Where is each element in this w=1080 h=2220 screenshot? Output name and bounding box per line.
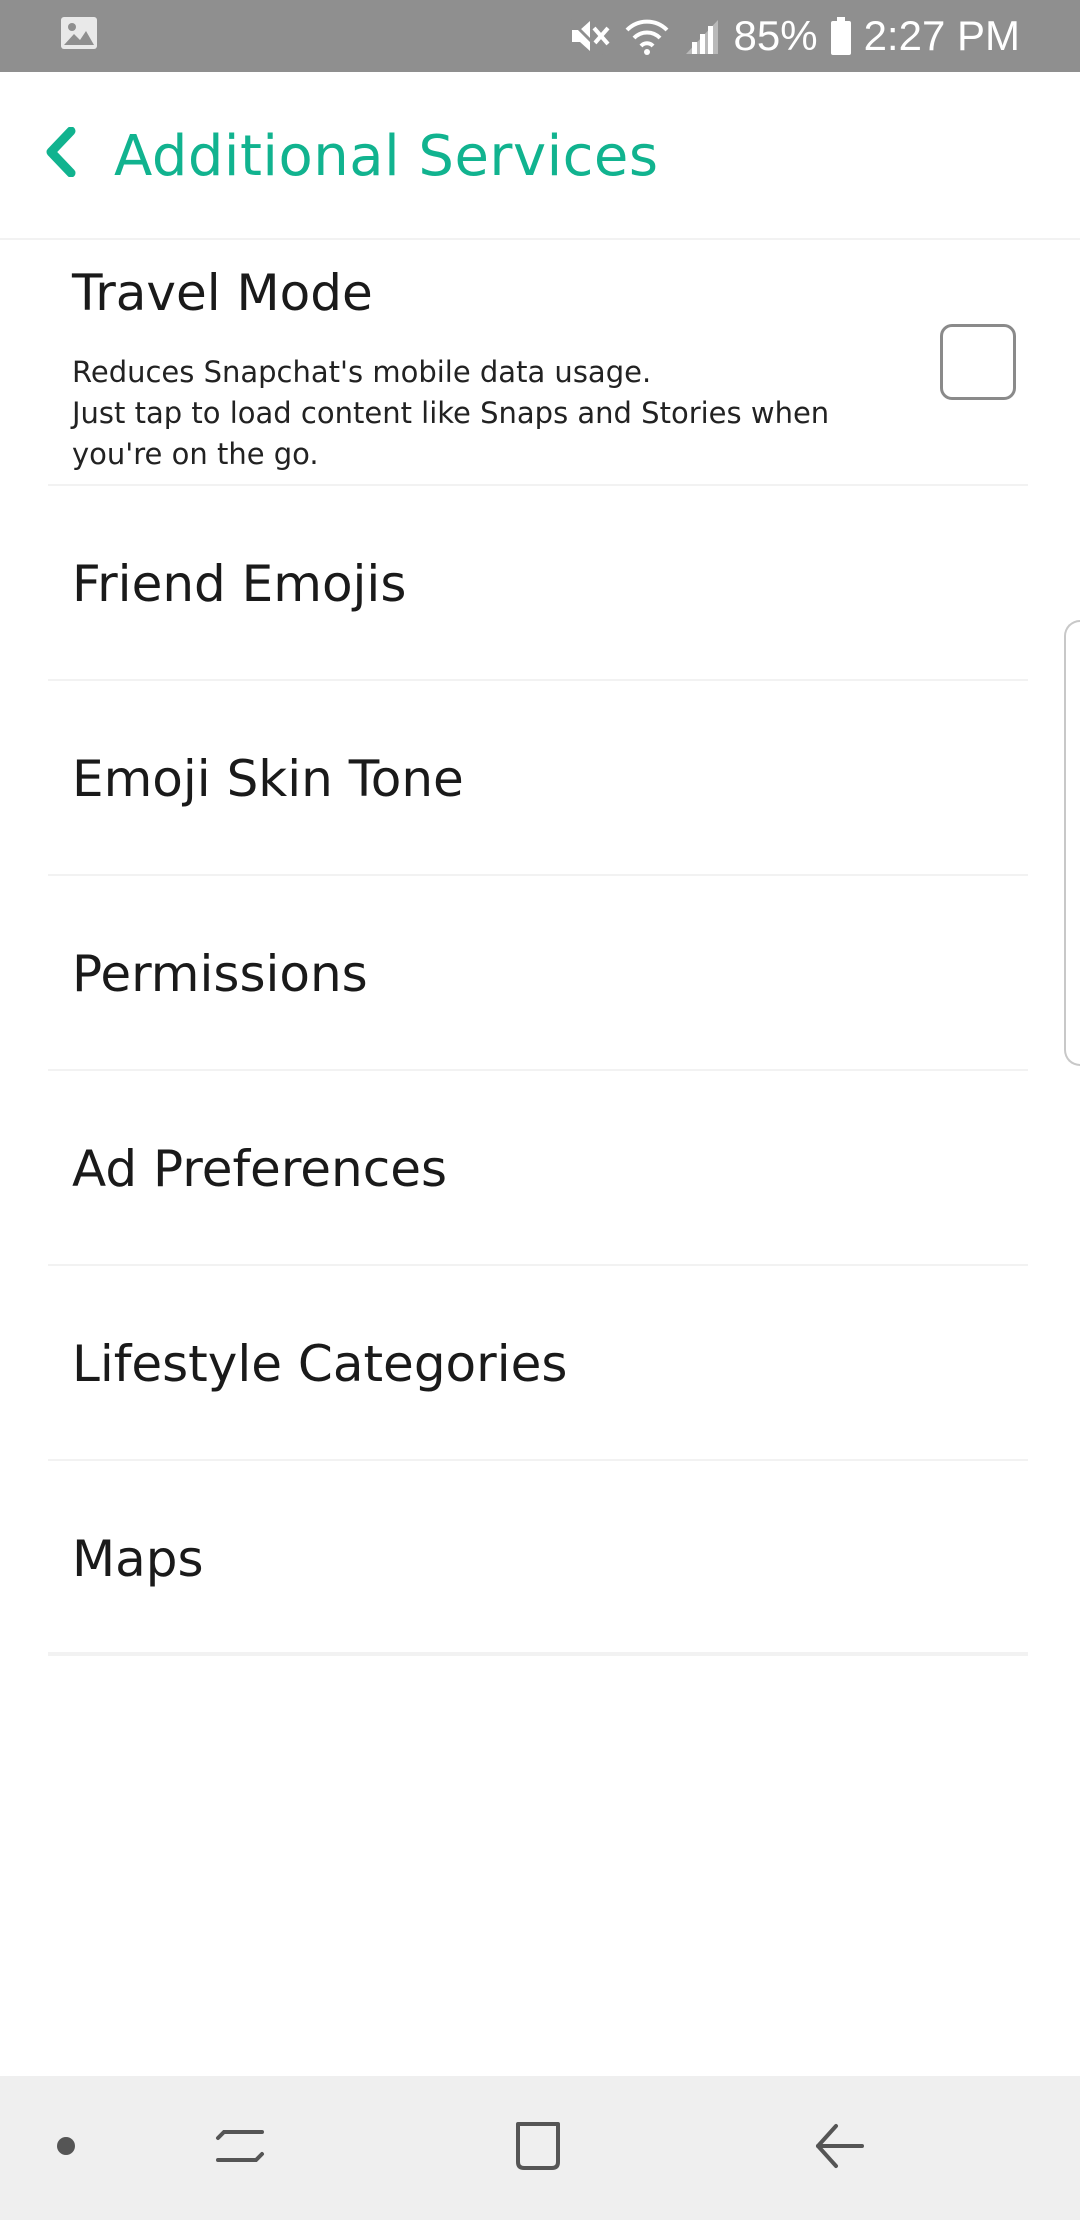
travel-mode-description-line1: Reduces Snapchat's mobile data usage. <box>72 355 652 389</box>
page-title: Additional Services <box>114 124 659 189</box>
mute-icon <box>568 16 612 56</box>
recent-apps-button[interactable] <box>190 2076 290 2220</box>
list-item-lifestyle-categories[interactable]: Lifestyle Categories <box>0 1266 1080 1461</box>
back-arrow-icon <box>812 2118 868 2179</box>
list-item-ad-preferences[interactable]: Ad Preferences <box>0 1071 1080 1266</box>
dot-button[interactable] <box>30 2076 102 2220</box>
list-item-label: Friend Emojis <box>72 554 407 613</box>
home-icon <box>510 2118 566 2179</box>
signal-icon <box>682 16 722 56</box>
battery-percent: 85% <box>733 12 818 59</box>
dot-icon <box>56 2136 76 2161</box>
list-item-label: Permissions <box>72 944 368 1003</box>
navigation-bar <box>0 2076 1080 2220</box>
list-item-label: Maps <box>72 1529 204 1588</box>
list-item-friend-emojis[interactable]: Friend Emojis <box>0 486 1080 681</box>
app-header: Additional Services <box>0 72 1080 240</box>
battery-icon <box>830 16 852 56</box>
list-item-maps[interactable]: Maps <box>0 1461 1080 1656</box>
status-indicators: 85% 2:27 PM <box>568 0 1020 72</box>
list-item-label: Lifestyle Categories <box>72 1334 568 1393</box>
chevron-left-icon <box>44 126 76 182</box>
travel-mode-row[interactable]: Travel Mode Reduces Snapchat's mobile da… <box>0 240 1080 486</box>
list-item-emoji-skin-tone[interactable]: Emoji Skin Tone <box>0 681 1080 876</box>
status-bar: 85% 2:27 PM <box>0 0 1080 72</box>
divider <box>48 1652 1028 1656</box>
settings-list: Travel Mode Reduces Snapchat's mobile da… <box>0 240 1080 1656</box>
edge-panel-handle[interactable] <box>1064 620 1080 1066</box>
travel-mode-description: Reduces Snapchat's mobile data usage. Ju… <box>72 352 832 475</box>
travel-mode-title: Travel Mode <box>72 264 373 322</box>
travel-mode-description-line2: Just tap to load content like Snaps and … <box>72 396 830 471</box>
home-button[interactable] <box>488 2076 588 2220</box>
travel-mode-checkbox[interactable] <box>940 324 1016 400</box>
wifi-icon <box>624 16 670 56</box>
gallery-icon <box>60 16 98 50</box>
list-item-label: Ad Preferences <box>72 1139 448 1198</box>
list-item-label: Emoji Skin Tone <box>72 749 464 808</box>
recent-apps-icon <box>212 2118 268 2179</box>
back-nav-button[interactable] <box>790 2076 890 2220</box>
back-button[interactable] <box>36 122 84 186</box>
clock: 2:27 PM <box>863 12 1020 59</box>
list-item-permissions[interactable]: Permissions <box>0 876 1080 1071</box>
